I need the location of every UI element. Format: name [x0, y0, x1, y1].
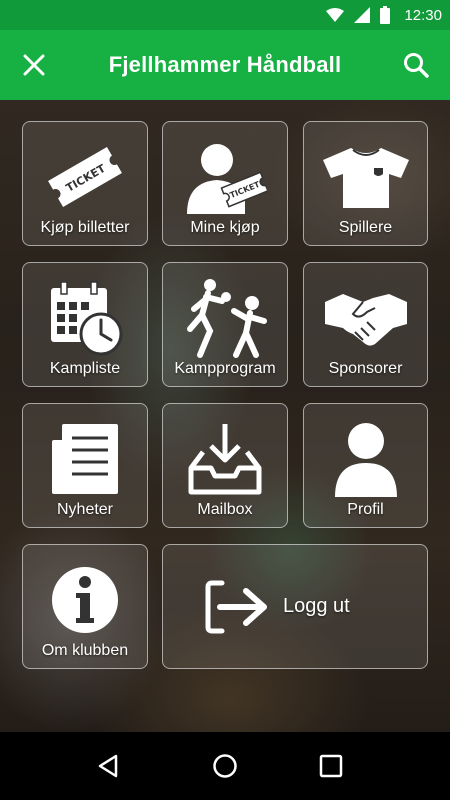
wifi-icon: [326, 8, 345, 22]
home-button[interactable]: [205, 746, 245, 786]
search-button[interactable]: [394, 43, 438, 87]
handshake-icon: [304, 275, 427, 361]
tile-label: Mailbox: [197, 501, 253, 518]
back-button[interactable]: [88, 746, 128, 786]
tile-label: Spillere: [338, 219, 393, 236]
tile-nyheter[interactable]: Nyheter: [22, 403, 148, 528]
recents-button[interactable]: [311, 746, 351, 786]
status-icons: 12:30: [326, 0, 442, 30]
tile-label: Profil: [347, 501, 384, 518]
tile-label: Kampprogram: [174, 360, 276, 377]
battery-icon: [380, 6, 391, 24]
logout-icon: [197, 545, 277, 668]
search-icon: [404, 53, 429, 78]
page-title: Fjellhammer Håndball: [108, 52, 342, 77]
inbox-download-icon: [163, 416, 287, 502]
recents-icon: [319, 754, 343, 778]
tile-label: Sponsorer: [328, 360, 403, 377]
app-bar: Fjellhammer Håndball: [0, 30, 450, 100]
system-nav-bar: [0, 732, 450, 800]
jersey-icon: [304, 134, 427, 220]
handball-players-icon: [163, 275, 287, 361]
close-button[interactable]: [12, 43, 56, 87]
person-icon: [304, 416, 427, 502]
tile-label: Nyheter: [56, 501, 114, 518]
tile-kampprogram[interactable]: Kampprogram: [162, 262, 288, 387]
ticket-icon: TICKET: [23, 134, 147, 220]
tile-sponsorer[interactable]: Sponsorer: [303, 262, 428, 387]
home-icon: [213, 754, 237, 778]
tile-label: Kampliste: [49, 360, 121, 377]
tile-mailbox[interactable]: Mailbox: [162, 403, 288, 528]
status-bar: 12:30: [0, 0, 450, 30]
tile-label: Om klubben: [41, 642, 129, 659]
logout-button[interactable]: Logg ut: [162, 544, 428, 669]
back-icon: [98, 754, 118, 778]
tile-label: Kjøp billetter: [40, 219, 130, 236]
user-ticket-icon: TICKET: [163, 134, 287, 220]
signal-icon: [354, 7, 371, 23]
tile-kampliste[interactable]: Kampliste: [22, 262, 148, 387]
tile-profil[interactable]: Profil: [303, 403, 428, 528]
info-icon: [23, 557, 147, 643]
close-icon: [23, 54, 45, 76]
logout-label: Logg ut: [283, 595, 350, 617]
tile-mine-kjop[interactable]: TICKET Mine kjøp: [162, 121, 288, 246]
tile-kjop-billetter[interactable]: TICKET Kjøp billetter: [22, 121, 148, 246]
calendar-clock-icon: [23, 275, 147, 361]
tile-om-klubben[interactable]: Om klubben: [22, 544, 148, 669]
menu-grid: TICKET Kjøp billetter TICKET Mine kjøp S…: [0, 100, 450, 732]
tile-label: Mine kjøp: [190, 219, 260, 236]
status-time: 12:30: [404, 6, 442, 24]
news-icon: [23, 416, 147, 502]
tile-spillere[interactable]: Spillere: [303, 121, 428, 246]
